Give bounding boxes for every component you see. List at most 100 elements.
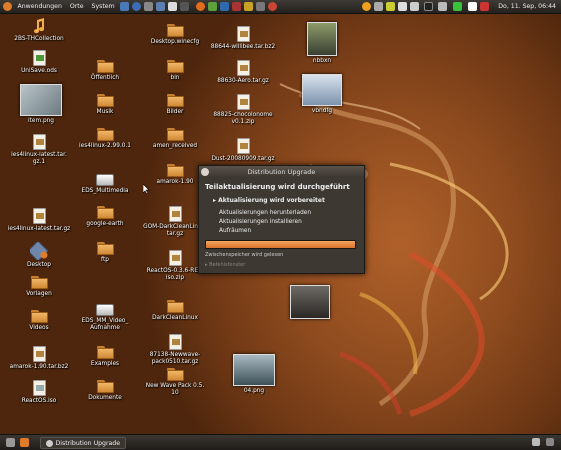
desktop-icon-desktop-winecfg[interactable]: Desktop.winecfg	[140, 24, 210, 46]
desktop-icon-label: Dust-20080909.tar.gz	[211, 156, 275, 162]
desktop-icon-label: Videos	[29, 325, 49, 331]
desktop-icon-vbndfg[interactable]: vbndfg	[287, 74, 357, 115]
desktop-icon-reactos-iso[interactable]: ReactOS.iso	[4, 380, 74, 405]
power-icon[interactable]	[479, 2, 489, 11]
help-icon[interactable]	[132, 2, 142, 11]
desktop-icon-label: EDS_MM_Video_ Aufnahme	[81, 318, 129, 331]
desktop-icon-amarok-tar-bz2[interactable]: amarok-1.90.tar.bz2	[4, 346, 74, 371]
mail-indicator-icon[interactable]	[409, 2, 419, 11]
desktop-icon-ies4linux-latest-tar-gz[interactable]: ies4linux-latest.tar.gz	[4, 208, 74, 233]
taskbar-item-label: Distribution Upgrade	[55, 439, 121, 447]
mail-icon[interactable]	[120, 2, 130, 11]
desktop-icon-unisave-ods[interactable]: UniSave.ods	[4, 50, 74, 75]
bluetooth-icon[interactable]	[373, 2, 383, 11]
desktop-icon-new-wave-pack[interactable]: New Wave Pack 0.5. 10	[140, 368, 210, 397]
chat-icon[interactable]	[207, 2, 217, 11]
folder-icon	[96, 94, 114, 107]
desktop-icon-eds-mm-video[interactable]: EDS_MM_Video_ Aufnahme	[70, 304, 140, 332]
workspace-switcher-icon[interactable]	[531, 438, 540, 446]
stop-icon[interactable]	[267, 2, 277, 11]
desktop-icon-vorlagen[interactable]: Vorlagen	[4, 276, 74, 298]
screenshot-icon[interactable]	[156, 2, 166, 11]
terminal-expander-label: Befehlsfenster	[209, 262, 246, 268]
firefox-icon[interactable]	[195, 2, 205, 11]
desktop-icon-dokumente[interactable]: Dokumente	[70, 380, 140, 402]
desktop-icon-label: bin	[170, 75, 180, 81]
desktop-icon-label: New Wave Pack 0.5. 10	[145, 383, 205, 396]
image-thumbnail-icon	[233, 354, 275, 386]
desktop-icon-ies4linux-2-99[interactable]: ies4linux-2.99.0.1	[70, 128, 140, 150]
desktop-icon-darkcleanlinux[interactable]: DarkCleanLinux	[140, 300, 210, 322]
desktop-icon-label: 04.png	[243, 388, 265, 394]
desktop-icon-label: Examples	[90, 361, 120, 367]
app-launcher-icon[interactable]	[19, 438, 29, 447]
desktop-icon-videos[interactable]: Videos	[4, 310, 74, 332]
desktop-icon-examples[interactable]: Examples	[70, 346, 140, 368]
desktop-icon-google-earth[interactable]: google-earth	[70, 206, 140, 228]
folder-icon	[166, 164, 184, 177]
desktop-icon-bilder[interactable]: Bilder	[140, 94, 210, 116]
archive-file-icon	[32, 134, 46, 150]
desktop-icon-eds-multimedia[interactable]: EDS_Multimedia	[70, 174, 140, 195]
menu-applications[interactable]: Anwendungen	[14, 3, 66, 10]
taskbar-item-distribution-upgrade[interactable]: Distribution Upgrade	[40, 437, 126, 449]
desktop-thumbnail-screenshot[interactable]	[275, 285, 345, 321]
archive-file-icon	[168, 334, 182, 350]
step-cleanup: Aufräumen	[219, 228, 252, 234]
menu-places[interactable]: Orte	[66, 3, 88, 10]
workspace-switcher-icon[interactable]	[423, 2, 433, 11]
disk-icon[interactable]	[255, 2, 265, 11]
globe-icon[interactable]	[219, 2, 229, 11]
desktop-icon-88630-aero[interactable]: 88630-Aero.tar.gz	[208, 60, 278, 85]
progress-status-text: Zwischenspeicher wird gelesen	[205, 252, 284, 258]
desktop-icon-amen-received[interactable]: amen_received	[140, 128, 210, 150]
update-notifier-icon[interactable]	[361, 2, 371, 11]
desktop-icon-label: ReactOS.iso	[21, 398, 57, 404]
media-icon[interactable]	[231, 2, 241, 11]
desktop-icon-label: item.png	[28, 118, 54, 124]
desktop-icon-2bs-thcollection[interactable]: 2BS-THCollection	[4, 18, 74, 43]
trash-icon[interactable]	[545, 438, 554, 446]
network-icon[interactable]	[397, 2, 407, 11]
document-icon[interactable]	[168, 2, 178, 11]
battery-icon[interactable]	[385, 2, 395, 11]
dialog-titlebar[interactable]: Distribution Upgrade	[199, 166, 364, 178]
desktop-icon-dust[interactable]: Dust-20080909.tar.gz	[208, 138, 278, 163]
user-status-icon[interactable]	[452, 2, 462, 11]
speaker-icon[interactable]	[467, 2, 477, 11]
desktop-icon-musik[interactable]: Musik	[70, 94, 140, 116]
photo-icon[interactable]	[243, 2, 253, 11]
step-active-label: Aktualisierung wird vorbereitet	[218, 197, 325, 204]
folder-icon	[166, 24, 184, 37]
menu-system[interactable]: System	[88, 3, 119, 10]
desktop-icon-nbbxn[interactable]: nbbxn	[287, 22, 357, 65]
bottom-panel: Distribution Upgrade	[0, 434, 561, 450]
desktop-icon-ftp[interactable]: ftp	[70, 242, 140, 264]
desktop-icon-bin[interactable]: bin	[140, 60, 210, 82]
terminal-expander[interactable]: ▸ Befehlsfenster	[205, 262, 245, 268]
ubuntu-logo-icon[interactable]	[3, 2, 12, 11]
desktop-icon-04-png[interactable]: 04.png	[219, 354, 289, 395]
desktop-icon-newwave-pack-tar[interactable]: 87138-Newwave- pack0510.tar.gz	[140, 334, 210, 366]
settings-icon[interactable]	[144, 2, 154, 11]
spreadsheet-file-icon	[32, 50, 46, 66]
desktop-icon-item-png[interactable]: item.png	[6, 84, 76, 125]
volume-icon[interactable]	[437, 2, 447, 11]
screen: Anwendungen Orte System Do, 11. Sep, 06:…	[0, 0, 561, 450]
window-menu-icon[interactable]	[201, 168, 209, 176]
clock[interactable]: Do, 11. Sep, 06:44	[498, 3, 556, 10]
image-thumbnail-icon	[307, 22, 337, 56]
folder-link-icon	[96, 346, 114, 359]
show-desktop-icon[interactable]	[5, 438, 15, 447]
desktop-icon-88825-chocolonome[interactable]: 88825-chocolonome v0.1.zip	[208, 94, 278, 126]
desktop-icon-desktop[interactable]: Desktop	[4, 240, 74, 269]
desktop-icon-label: 87138-Newwave- pack0510.tar.gz	[149, 352, 201, 365]
desktop-icon-ies4linux-latest-tar-gz-1[interactable]: ies4linux-latest.tar. gz.1	[4, 134, 74, 166]
desktop-icon-oeffentlich[interactable]: Öffentlich	[70, 60, 140, 82]
desktop-icon-label: Desktop	[27, 262, 51, 268]
desktop-icon-88644-willibee[interactable]: 88644-willibee.tar.bz2	[208, 26, 278, 51]
folder-icon	[96, 128, 114, 141]
folder-icon	[96, 242, 114, 255]
terminal-icon[interactable]	[180, 2, 190, 11]
folder-icon	[96, 380, 114, 393]
